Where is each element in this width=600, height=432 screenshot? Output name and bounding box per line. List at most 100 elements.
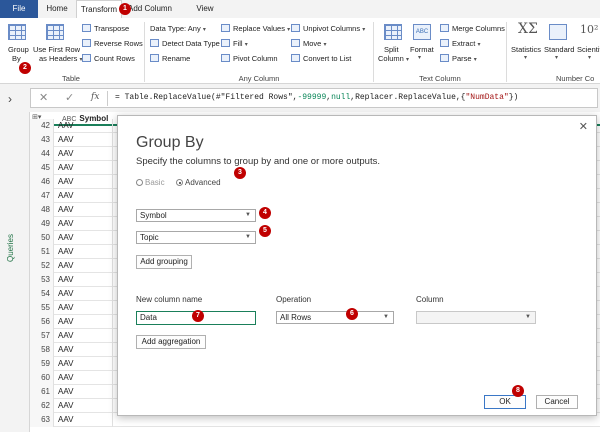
column-label: Column [416, 295, 444, 304]
close-icon[interactable]: ✕ [579, 120, 588, 133]
rename-icon [150, 54, 159, 62]
symbol-cell[interactable]: AAV [58, 357, 73, 371]
add-aggregation-button[interactable]: Add aggregation [136, 335, 206, 349]
ok-button[interactable]: OK [484, 395, 526, 409]
symbol-cell[interactable]: AAV [58, 133, 73, 147]
split-column-icon [384, 24, 402, 40]
step-marker: 2 [19, 62, 31, 74]
cancel-button[interactable]: Cancel [536, 395, 578, 409]
step-marker: 7 [192, 310, 204, 322]
symbol-cell[interactable]: AAV [58, 147, 73, 161]
formula-text[interactable]: = Table.ReplaceValue(#"Filtered Rows",-9… [115, 93, 518, 102]
radio-basic-dot [136, 179, 143, 186]
move-icon [291, 39, 300, 47]
symbol-cell[interactable]: AAV [58, 413, 73, 427]
queries-label[interactable]: Queries [6, 234, 15, 262]
column-divider [112, 399, 113, 413]
row-number: 54 [30, 287, 54, 301]
chevron-down-icon: ▼ [383, 314, 389, 320]
symbol-cell[interactable]: AAV [58, 259, 73, 273]
column-select[interactable]: ▼ [416, 311, 536, 324]
detect-data-type-icon [150, 39, 159, 47]
symbol-cell[interactable]: AAV [58, 301, 73, 315]
ribbon-separator [373, 22, 374, 82]
symbol-cell[interactable]: AAV [58, 273, 73, 287]
new-column-name-label: New column name [136, 295, 203, 304]
group-by-dialog: ✕ Group By Specify the columns to group … [117, 115, 597, 416]
data-type-dropdown[interactable]: Data Type: Any ▾ [150, 24, 206, 33]
column-divider [112, 231, 113, 245]
row-number: 62 [30, 399, 54, 413]
group-field-1-select[interactable]: Symbol ▼ [136, 209, 256, 222]
chevron-down-icon: ▼ [525, 314, 531, 320]
symbol-cell[interactable]: AAV [58, 217, 73, 231]
operation-select[interactable]: All Rows ▼ [276, 311, 394, 324]
row-number: 56 [30, 315, 54, 329]
convert-to-list-icon [291, 54, 300, 62]
column-divider [112, 245, 113, 259]
symbol-cell[interactable]: AAV [58, 175, 73, 189]
symbol-cell[interactable]: AAV [58, 203, 73, 217]
sigma-icon: XΣ [518, 21, 538, 37]
fx-icon: fx [91, 92, 100, 102]
group-field-2-select[interactable]: Topic ▼ [136, 231, 256, 244]
standard-operations-icon [549, 24, 567, 40]
symbol-cell[interactable]: AAV [58, 161, 73, 175]
tab-file[interactable]: File [0, 0, 38, 18]
column-divider [112, 301, 113, 315]
group-label-table: Table [62, 74, 80, 83]
confirm-formula-icon[interactable]: ✓ [65, 91, 74, 104]
column-divider [112, 329, 113, 343]
row-number: 61 [30, 385, 54, 399]
queries-pane[interactable]: Queries [0, 112, 30, 432]
symbol-cell[interactable]: AAV [58, 231, 73, 245]
row-number: 50 [30, 231, 54, 245]
symbol-cell[interactable]: AAV [58, 245, 73, 259]
unpivot-columns-icon [291, 24, 300, 32]
row-number: 52 [30, 259, 54, 273]
expand-queries-chevron-icon[interactable]: › [8, 92, 12, 106]
formula-bar: › ✕ ✓ fx = Table.ReplaceValue(#"Filtered… [0, 84, 600, 112]
chevron-down-icon: ▼ [245, 212, 251, 218]
symbol-cell[interactable]: AAV [58, 189, 73, 203]
step-marker: 3 [234, 167, 246, 179]
step-marker: 8 [512, 385, 524, 397]
row-number: 63 [30, 413, 54, 427]
step-marker: 5 [259, 225, 271, 237]
reverse-rows-icon [82, 39, 91, 47]
dialog-title: Group By [136, 134, 204, 151]
ribbon-separator [506, 22, 507, 82]
tab-home[interactable]: Home [40, 0, 74, 18]
symbol-cell[interactable]: AAV [58, 287, 73, 301]
symbol-cell[interactable]: AAV [58, 343, 73, 357]
cancel-formula-icon[interactable]: ✕ [39, 91, 48, 104]
merge-columns-icon [440, 24, 449, 32]
symbol-cell[interactable]: AAV [58, 119, 73, 133]
row-number: 59 [30, 357, 54, 371]
row-number: 42 [30, 119, 54, 133]
row-number: 58 [30, 343, 54, 357]
operation-label: Operation [276, 295, 312, 304]
step-marker: 4 [259, 207, 271, 219]
symbol-cell[interactable]: AAV [58, 329, 73, 343]
tab-view[interactable]: View [190, 0, 220, 18]
radio-advanced-dot [176, 179, 183, 186]
row-number: 51 [30, 245, 54, 259]
ribbon: Group By Use First Row as Headers ▾ Tran… [0, 18, 600, 84]
row-number: 43 [30, 133, 54, 147]
column-divider [112, 217, 113, 231]
symbol-cell[interactable]: AAV [58, 315, 73, 329]
add-grouping-button[interactable]: Add grouping [136, 255, 192, 269]
count-rows-icon [82, 54, 91, 62]
group-label-text-column: Text Column [419, 74, 461, 83]
parse-icon [440, 54, 449, 62]
symbol-cell[interactable]: AAV [58, 371, 73, 385]
symbol-cell[interactable]: AAV [58, 385, 73, 399]
symbol-cell[interactable]: AAV [58, 399, 73, 413]
radio-basic[interactable]: Basic [136, 178, 165, 187]
formula-box[interactable]: ✕ ✓ fx = Table.ReplaceValue(#"Filtered R… [30, 88, 598, 108]
radio-advanced[interactable]: Advanced [176, 178, 221, 187]
chevron-down-icon: ▼ [245, 234, 251, 240]
column-divider [112, 147, 113, 161]
tab-transform[interactable]: Transform [76, 0, 122, 18]
